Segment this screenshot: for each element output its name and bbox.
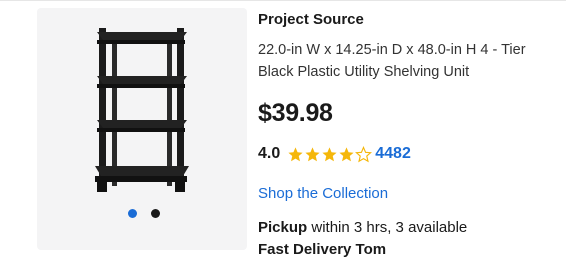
product-price: $39.98 xyxy=(258,99,333,127)
star-full-icon xyxy=(305,146,320,161)
product-title: 22.0-in W x 14.25-in D x 48.0-in H 4 - T… xyxy=(258,42,526,80)
star-rating xyxy=(287,145,373,163)
gallery-dot[interactable] xyxy=(151,209,160,218)
pickup-info: Pickup within 3 hrs, 3 available xyxy=(258,219,467,236)
product-gallery[interactable] xyxy=(37,8,247,250)
review-count-link[interactable]: 4482 xyxy=(375,145,411,163)
star-full-icon xyxy=(339,146,354,161)
rating-value: 4.0 xyxy=(258,145,281,162)
gallery-dot-active[interactable] xyxy=(128,209,137,218)
product-image[interactable] xyxy=(95,26,191,198)
star-full-icon xyxy=(322,146,337,161)
brand-name[interactable]: Project Source xyxy=(258,11,364,28)
shop-collection-link[interactable]: Shop the Collection xyxy=(258,185,388,202)
rating-row[interactable]: 4.0 4482 xyxy=(258,145,411,163)
gallery-pagination xyxy=(128,209,160,218)
star-empty-icon xyxy=(355,145,373,162)
pickup-detail: within 3 hrs, 3 available xyxy=(307,219,468,236)
star-full-icon xyxy=(288,146,303,161)
top-divider xyxy=(0,0,566,1)
pickup-label: Pickup xyxy=(258,219,308,236)
